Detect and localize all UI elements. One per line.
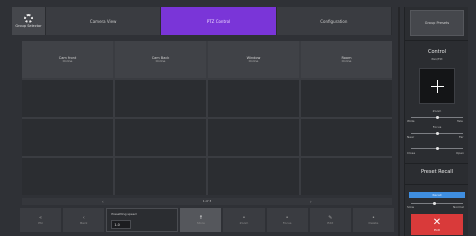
camera-status: Online	[155, 58, 166, 63]
camera-status: Online	[62, 58, 73, 63]
slider-knob[interactable]	[433, 201, 436, 205]
focus-label: Focus	[432, 125, 442, 129]
empty-slot[interactable]	[301, 158, 392, 195]
empty-slot[interactable]	[208, 80, 299, 117]
group-selector-label: Group Selector	[15, 24, 42, 28]
camera-grid: Cam front Online Cam Back Online Window …	[22, 41, 392, 195]
camera-status: Online	[248, 58, 259, 63]
panel-divider[interactable]	[398, 7, 400, 236]
recall-speed-slider[interactable]	[411, 201, 463, 205]
control-title: Control	[427, 49, 447, 55]
button-label: Delete	[368, 221, 379, 225]
empty-slot[interactable]	[301, 119, 392, 156]
recall-speed-max: Normal	[453, 205, 464, 209]
camera-tile[interactable]: Room Online	[301, 41, 392, 78]
group-presets-button[interactable]: Group Presets	[410, 10, 464, 36]
slider-knob[interactable]	[436, 131, 439, 135]
empty-slot[interactable]	[22, 119, 113, 156]
empty-slot[interactable]	[22, 158, 113, 195]
recall-button[interactable]: Recall	[409, 192, 465, 198]
delete-button[interactable]: • Delete	[352, 208, 395, 232]
camera-tile[interactable]: Cam Back Online	[115, 41, 206, 78]
focus-button[interactable]: • Focus	[266, 208, 308, 232]
back-button[interactable]: ‹ Back	[63, 208, 105, 232]
ptz-button[interactable]: « Ptz	[20, 208, 62, 232]
crosshair-vertical	[437, 80, 438, 93]
focus-max-label: Far	[459, 135, 464, 139]
pagination-bar: ‹ 1 of 3 ›	[22, 198, 392, 205]
bottom-toolbar: « Ptz ‹ Back Presetting speed 1.0 ↑ Stor…	[20, 208, 395, 232]
empty-slot[interactable]	[115, 80, 206, 117]
page-background	[0, 236, 476, 243]
zoom-button[interactable]: • Zoom	[223, 208, 265, 232]
slider-knob[interactable]	[436, 115, 439, 119]
speed-label: Presetting speed	[111, 212, 137, 216]
camera-tile[interactable]: Window Online	[208, 41, 299, 78]
divider	[405, 163, 468, 164]
button-label: Zoom	[239, 221, 249, 225]
exit-button[interactable]: ✕ Exit	[411, 214, 463, 235]
next-page-icon[interactable]: ›	[310, 199, 312, 204]
zoom-min-label: Wide	[407, 119, 415, 123]
divider	[405, 40, 468, 41]
iris-max-label: Open	[456, 151, 465, 155]
preset-recall-title: Preset Recall	[420, 169, 454, 175]
iris-min-label: Close	[407, 151, 416, 155]
edit-button[interactable]: ✎ Edit	[309, 208, 351, 232]
focus-min-label: Near	[407, 135, 415, 139]
app-window: Group Selector Camera View PTZ Control C…	[0, 0, 476, 236]
pan-tilt-joystick[interactable]	[419, 68, 455, 104]
camera-tile[interactable]: Cam front Online	[22, 41, 113, 78]
button-label: Edit	[327, 221, 334, 225]
page-indicator: 1 of 3	[202, 199, 212, 203]
speed-control: Presetting speed 1.0	[106, 208, 179, 232]
recall-speed-min: Slow	[407, 205, 415, 209]
empty-slot[interactable]	[208, 158, 299, 195]
tab-configuration[interactable]: Configuration	[277, 7, 392, 35]
speed-input[interactable]: 1.0	[111, 220, 132, 229]
focus-slider[interactable]	[411, 131, 463, 135]
tab-camera-view[interactable]: Camera View	[46, 7, 162, 35]
slider-knob[interactable]	[436, 146, 439, 150]
camera-status: Online	[341, 58, 352, 63]
empty-slot[interactable]	[115, 158, 206, 195]
close-icon: ✕	[432, 216, 442, 228]
empty-slot[interactable]	[301, 80, 392, 117]
empty-slot[interactable]	[22, 80, 113, 117]
button-label: Back	[80, 221, 88, 225]
exit-label: Exit	[434, 227, 440, 232]
empty-slot[interactable]	[208, 119, 299, 156]
top-navigation-bar: Group Selector Camera View PTZ Control C…	[12, 7, 392, 35]
store-button[interactable]: ↑ Store	[180, 208, 222, 232]
zoom-label: Zoom	[432, 109, 442, 113]
gear-icon	[24, 14, 33, 23]
empty-slot[interactable]	[115, 119, 206, 156]
pan-tilt-label: Pan/Tilt	[431, 57, 443, 61]
prev-page-icon[interactable]: ‹	[102, 199, 104, 204]
group-selector-button[interactable]: Group Selector	[12, 7, 46, 35]
iris-slider[interactable]	[411, 146, 463, 150]
button-label: Focus	[282, 221, 292, 225]
zoom-max-label: Tele	[457, 119, 463, 123]
button-label: Store	[196, 221, 205, 225]
button-label: Ptz	[38, 221, 43, 225]
zoom-slider[interactable]	[411, 115, 463, 119]
divider	[405, 184, 468, 185]
control-sidebar: Group Presets Control Pan/Tilt Zoom Wide…	[404, 7, 468, 236]
tab-ptz-control[interactable]: PTZ Control	[161, 7, 277, 35]
